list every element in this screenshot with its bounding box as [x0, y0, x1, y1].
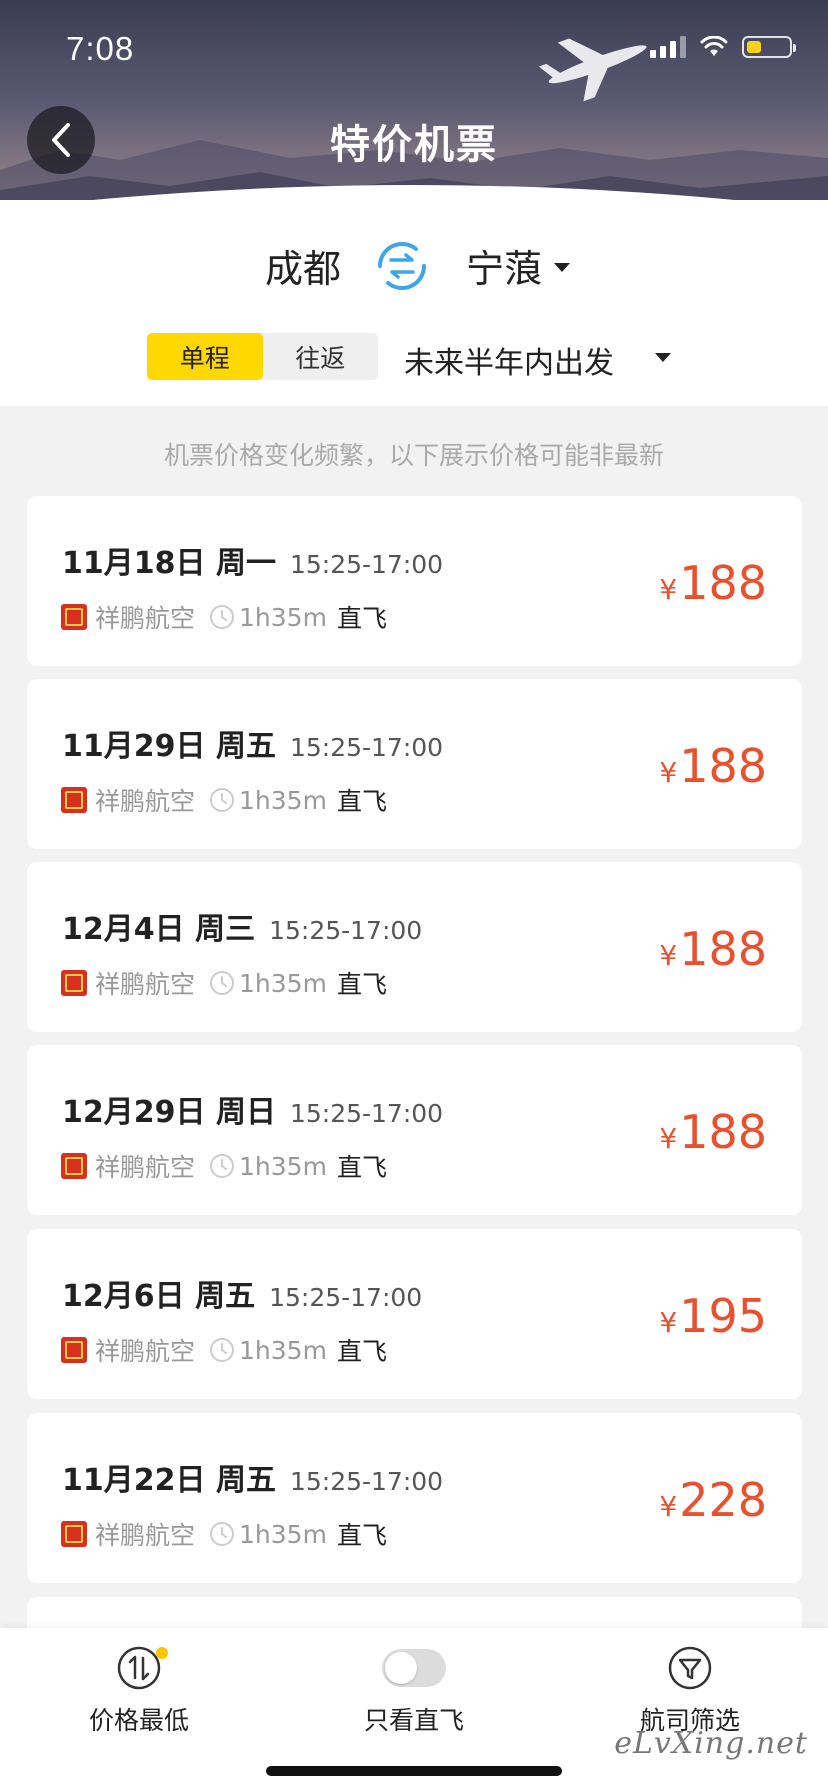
one-way-option[interactable]: 单程	[147, 333, 263, 380]
clock-icon	[210, 1154, 235, 1178]
sort-by-price-label: 价格最低	[88, 1706, 189, 1735]
airline-logo-icon	[61, 1337, 87, 1363]
clock-icon	[210, 788, 235, 812]
flight-date: 12月4日 周三	[62, 912, 256, 947]
currency-symbol: ¥	[659, 756, 678, 789]
flight-card[interactable]: 11月18日 周一 15:25-17:00 祥鹏航空 1h35m 直飞 ¥188	[27, 496, 802, 666]
toggle-switch[interactable]	[382, 1649, 446, 1687]
flight-price: ¥188	[659, 739, 767, 793]
flight-card[interactable]: 12月29日 周日 15:25-17:00 祥鹏航空 1h35m 直飞 ¥188	[27, 1045, 802, 1215]
flight-type: 直飞	[336, 1337, 387, 1366]
panel-curve	[0, 185, 828, 210]
flight-price: ¥228	[659, 1473, 767, 1527]
cellular-signal-icon	[650, 36, 686, 58]
price-value: 188	[679, 556, 767, 610]
flight-time: 15:25-17:00	[289, 1467, 444, 1496]
page-title: 特价机票	[330, 122, 498, 168]
currency-symbol: ¥	[659, 1122, 678, 1155]
airline-logo-icon	[61, 1153, 87, 1179]
airline-filter-button[interactable]: 航司筛选	[610, 1643, 770, 1737]
flight-time: 15:25-17:00	[269, 916, 423, 945]
flight-card[interactable]: 11月29日 周五 15:25-17:00 祥鹏航空 1h35m 直飞 ¥188	[27, 679, 802, 849]
flight-duration: 1h35m	[239, 785, 327, 815]
round-trip-option[interactable]: 往返	[263, 333, 379, 380]
price-value: 195	[679, 1289, 767, 1343]
flight-card[interactable]: 12月4日 周三 15:25-17:00 祥鹏航空 1h35m 直飞 ¥188	[27, 862, 802, 1032]
flight-card[interactable]: 11月22日 周五 15:25-17:00 祥鹏航空 1h35m 直飞 ¥228	[27, 1413, 802, 1583]
date-filter-dropdown-icon[interactable]	[655, 353, 671, 362]
airline-name: 祥鹏航空	[95, 787, 196, 816]
trip-type-toggle: 单程 往返	[147, 333, 378, 380]
home-indicator[interactable]	[266, 1766, 562, 1776]
departure-city[interactable]: 成都	[265, 238, 341, 293]
clock-icon	[210, 1522, 235, 1546]
price-value: 188	[679, 922, 767, 976]
flight-duration: 1h35m	[239, 1151, 327, 1181]
flight-type: 直飞	[336, 604, 387, 633]
price-value: 188	[679, 739, 767, 793]
battery-icon	[742, 36, 796, 58]
flight-date: 11月22日 周五	[62, 1463, 276, 1498]
flight-date: 11月29日 周五	[62, 729, 276, 764]
airline-name: 祥鹏航空	[95, 1521, 196, 1550]
direct-only-toggle[interactable]: 只看直飞	[334, 1643, 494, 1737]
flight-type: 直飞	[336, 1521, 387, 1550]
flight-card[interactable]: 12月6日 周五 15:25-17:00 祥鹏航空 1h35m 直飞 ¥195	[27, 1229, 802, 1399]
flight-date: 12月29日 周日	[62, 1095, 276, 1130]
filter-funnel-icon	[668, 1646, 712, 1690]
active-indicator-dot	[156, 1647, 168, 1659]
flight-time: 15:25-17:00	[289, 1099, 444, 1128]
swap-cities-button[interactable]	[372, 236, 432, 296]
status-bar: 7:08	[0, 0, 828, 100]
route-selector: 成都 宁蒗	[0, 238, 828, 298]
arrival-dropdown-icon[interactable]	[554, 263, 570, 272]
sort-by-price-button[interactable]: 价格最低	[59, 1643, 219, 1737]
arrival-city[interactable]: 宁蒗	[466, 238, 542, 293]
watermark: eLvXing.net	[614, 1726, 808, 1761]
swap-arrows-icon	[377, 241, 427, 291]
airline-name: 祥鹏航空	[95, 604, 196, 633]
airline-name: 祥鹏航空	[95, 1337, 196, 1366]
departure-date-filter[interactable]: 未来半年内出发	[404, 338, 614, 382]
flight-time: 15:25-17:00	[289, 550, 444, 579]
clock-icon	[210, 971, 235, 995]
flight-duration: 1h35m	[239, 1519, 327, 1549]
flight-type: 直飞	[336, 787, 387, 816]
flight-date: 12月6日 周五	[62, 1279, 256, 1314]
status-time: 7:08	[66, 30, 135, 67]
flight-time: 15:25-17:00	[289, 733, 444, 762]
price-notice: 机票价格变化频繁，以下展示价格可能非最新	[163, 441, 664, 470]
flight-price: ¥188	[659, 922, 767, 976]
airline-name: 祥鹏航空	[95, 1153, 196, 1182]
airline-logo-icon	[61, 1521, 87, 1547]
flight-date: 11月18日 周一	[62, 546, 276, 581]
currency-symbol: ¥	[659, 1306, 678, 1339]
airline-name: 祥鹏航空	[95, 970, 196, 999]
currency-symbol: ¥	[659, 939, 678, 972]
flight-price: ¥188	[659, 1105, 767, 1159]
price-value: 188	[679, 1105, 767, 1159]
price-value: 228	[679, 1473, 767, 1527]
flight-type: 直飞	[336, 1153, 387, 1182]
airline-logo-icon	[61, 604, 87, 630]
flight-duration: 1h35m	[239, 1335, 327, 1365]
currency-symbol: ¥	[659, 573, 678, 606]
direct-only-label: 只看直飞	[363, 1706, 464, 1735]
flight-duration: 1h35m	[239, 602, 327, 632]
flight-time: 15:25-17:00	[269, 1283, 423, 1312]
airline-logo-icon	[61, 787, 87, 813]
clock-icon	[210, 1338, 235, 1362]
flight-type: 直飞	[336, 970, 387, 999]
flight-duration: 1h35m	[239, 968, 327, 998]
airline-logo-icon	[61, 970, 87, 996]
currency-symbol: ¥	[659, 1490, 678, 1523]
flight-price: ¥195	[659, 1289, 767, 1343]
flight-price: ¥188	[659, 556, 767, 610]
wifi-icon	[700, 36, 728, 56]
clock-icon	[210, 605, 235, 629]
